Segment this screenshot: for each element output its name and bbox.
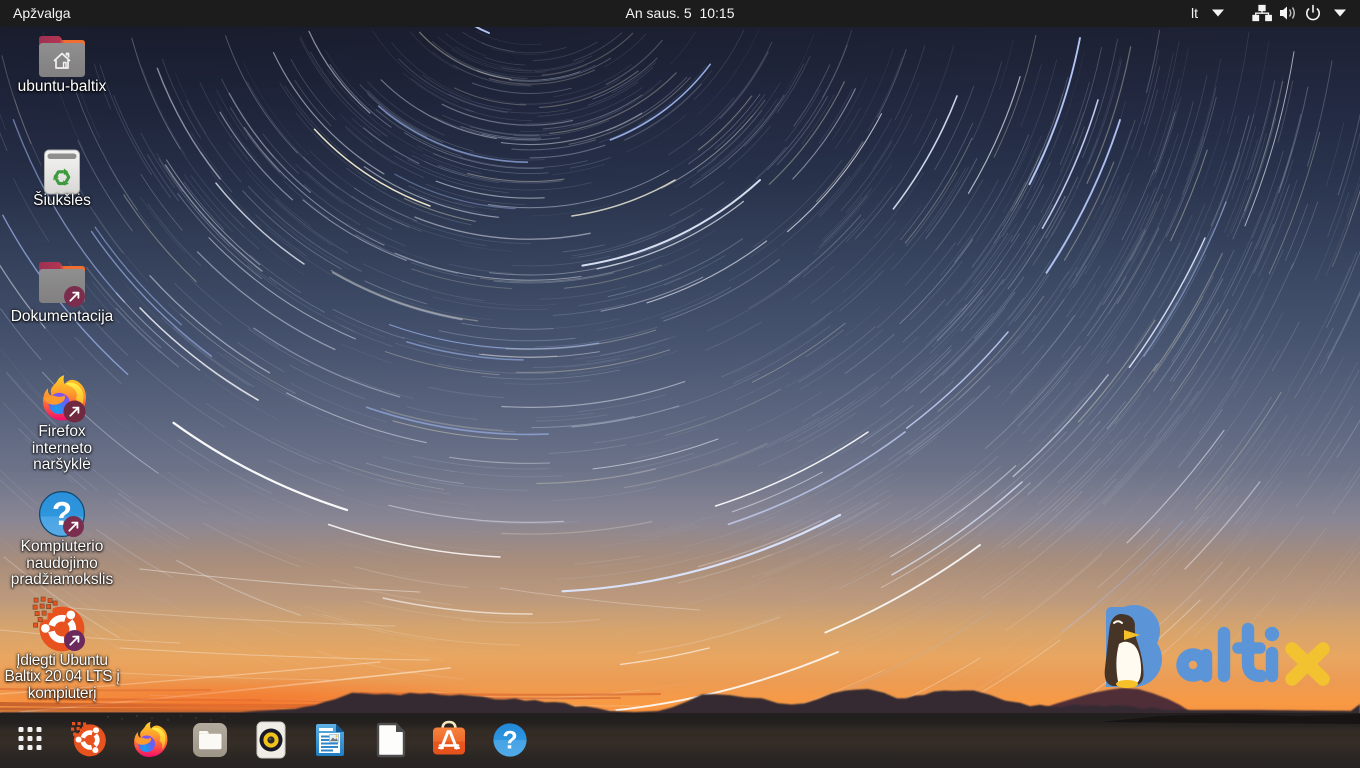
svg-text:?: ? [502, 727, 517, 755]
